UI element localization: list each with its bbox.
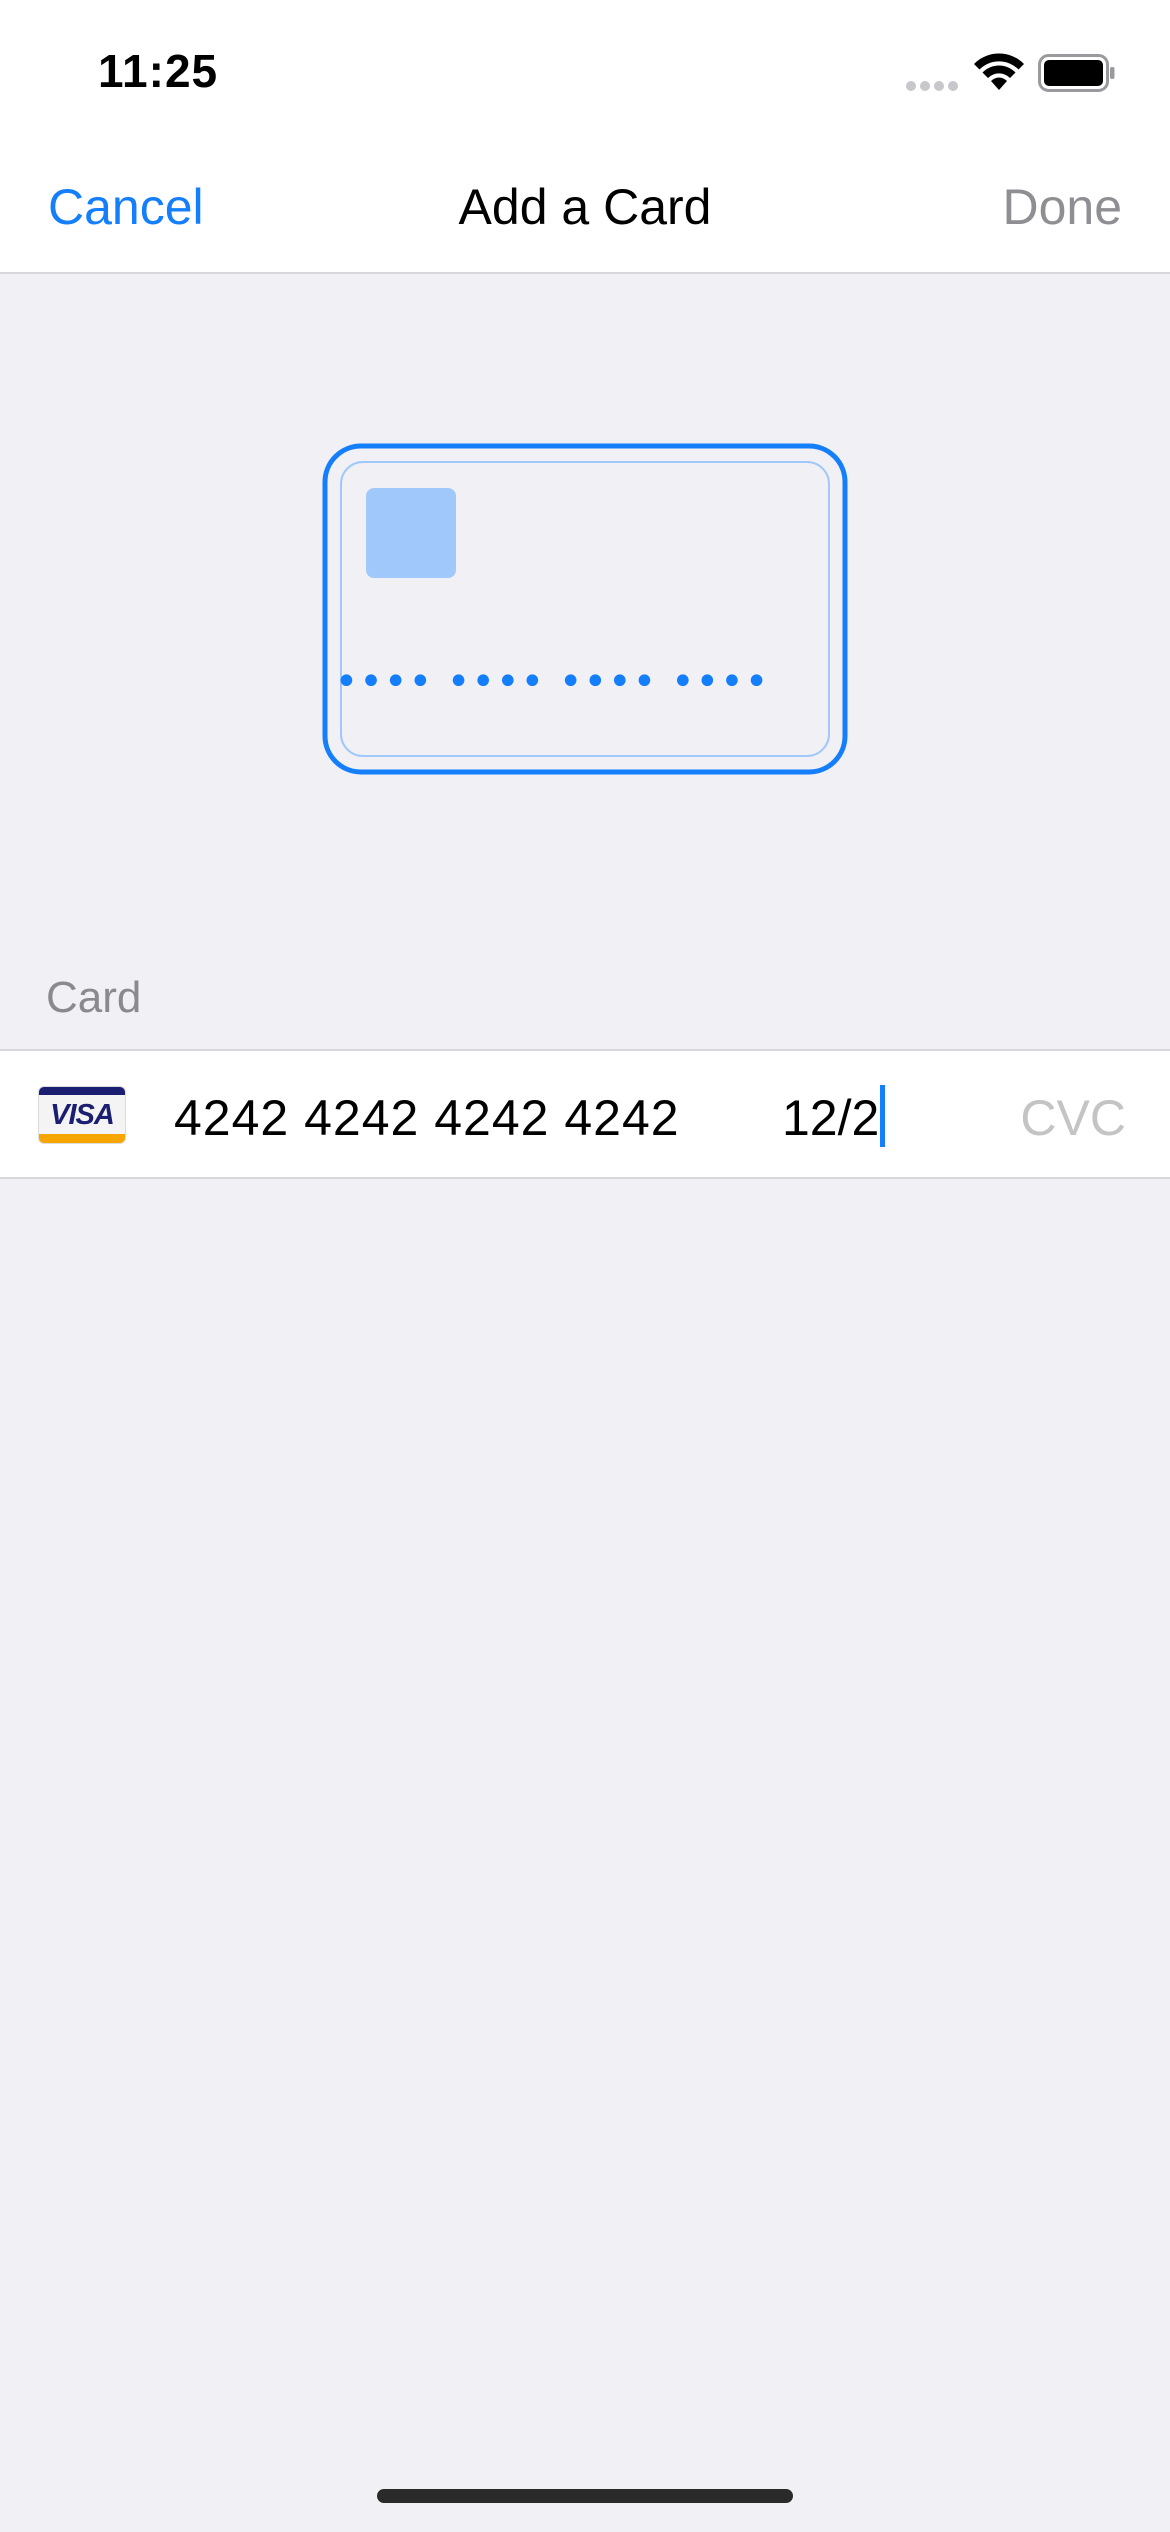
nav-bar: Cancel Add a Card Done bbox=[0, 140, 1170, 274]
page-title: Add a Card bbox=[458, 179, 712, 235]
status-time: 11:25 bbox=[98, 45, 219, 97]
battery-icon bbox=[1038, 54, 1115, 92]
card-illustration: •••• •••• •••• •••• bbox=[322, 443, 848, 775]
card-chip-icon bbox=[366, 488, 456, 578]
card-input-row: VISA 4242 4242 4242 4242 12/2 CVC bbox=[0, 1049, 1170, 1179]
home-indicator[interactable] bbox=[377, 2489, 793, 2503]
visa-label: VISA bbox=[50, 1099, 115, 1131]
text-cursor bbox=[880, 1085, 886, 1147]
wifi-icon bbox=[974, 53, 1024, 90]
card-number-field[interactable]: 4242 4242 4242 4242 bbox=[174, 1089, 680, 1147]
status-bar: 11:25 bbox=[0, 0, 1170, 140]
done-button[interactable]: Done bbox=[1002, 178, 1122, 236]
card-masked-number: •••• •••• •••• •••• bbox=[335, 659, 770, 705]
visa-icon: VISA bbox=[38, 1086, 126, 1144]
card-section-header: Card bbox=[46, 973, 142, 1022]
expiry-field[interactable]: 12/2 bbox=[782, 1085, 886, 1147]
cvc-field[interactable]: CVC bbox=[1020, 1089, 1126, 1147]
expiry-value: 12/2 bbox=[782, 1090, 880, 1146]
cellular-signal-icon bbox=[906, 81, 958, 91]
